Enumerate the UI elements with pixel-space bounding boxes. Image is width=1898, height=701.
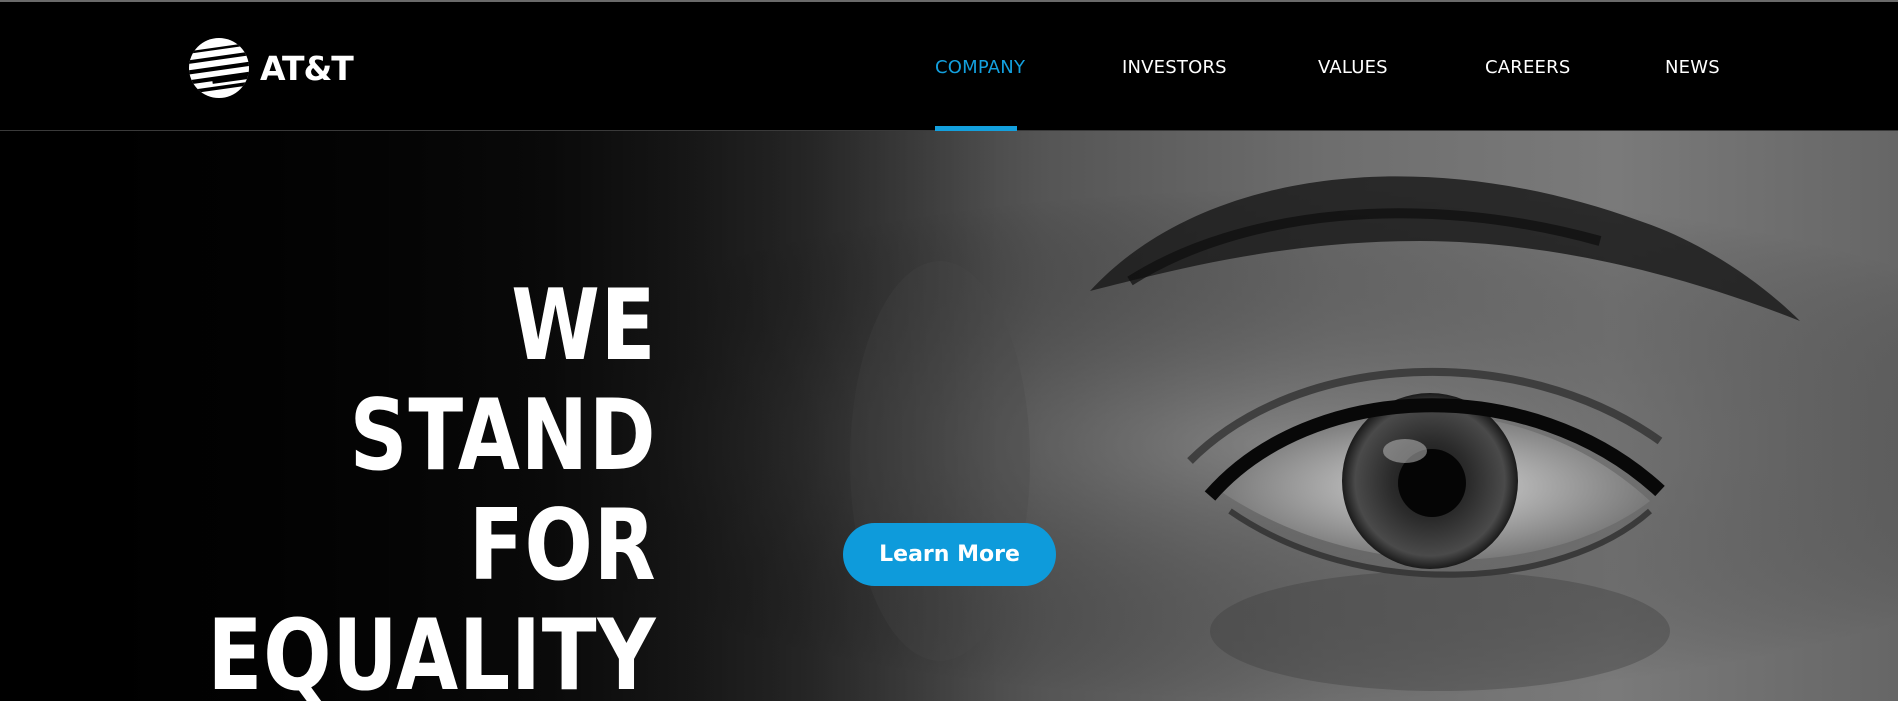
main-nav: COMPANY INVESTORS VALUES CAREERS NEWS (0, 2, 1898, 132)
nav-values[interactable]: VALUES (1318, 57, 1388, 78)
headline-line: FOR (468, 489, 656, 603)
headline-line: STAND (349, 379, 656, 493)
learn-more-button[interactable]: Learn More (843, 523, 1056, 586)
nav-company[interactable]: COMPANY (935, 57, 1025, 78)
nav-careers[interactable]: CAREERS (1485, 57, 1570, 78)
hero-headline: WE STAND FOR EQUALITY (207, 271, 656, 701)
site-header: AT&T COMPANY INVESTORS VALUES CAREERS NE… (0, 2, 1898, 132)
nav-news[interactable]: NEWS (1665, 57, 1720, 78)
hero-banner: WE STAND FOR EQUALITY Learn More (0, 131, 1898, 701)
nav-investors[interactable]: INVESTORS (1122, 57, 1227, 78)
page: AT&T COMPANY INVESTORS VALUES CAREERS NE… (0, 0, 1898, 701)
headline-line: WE (510, 269, 656, 383)
headline-line: EQUALITY (207, 599, 656, 701)
